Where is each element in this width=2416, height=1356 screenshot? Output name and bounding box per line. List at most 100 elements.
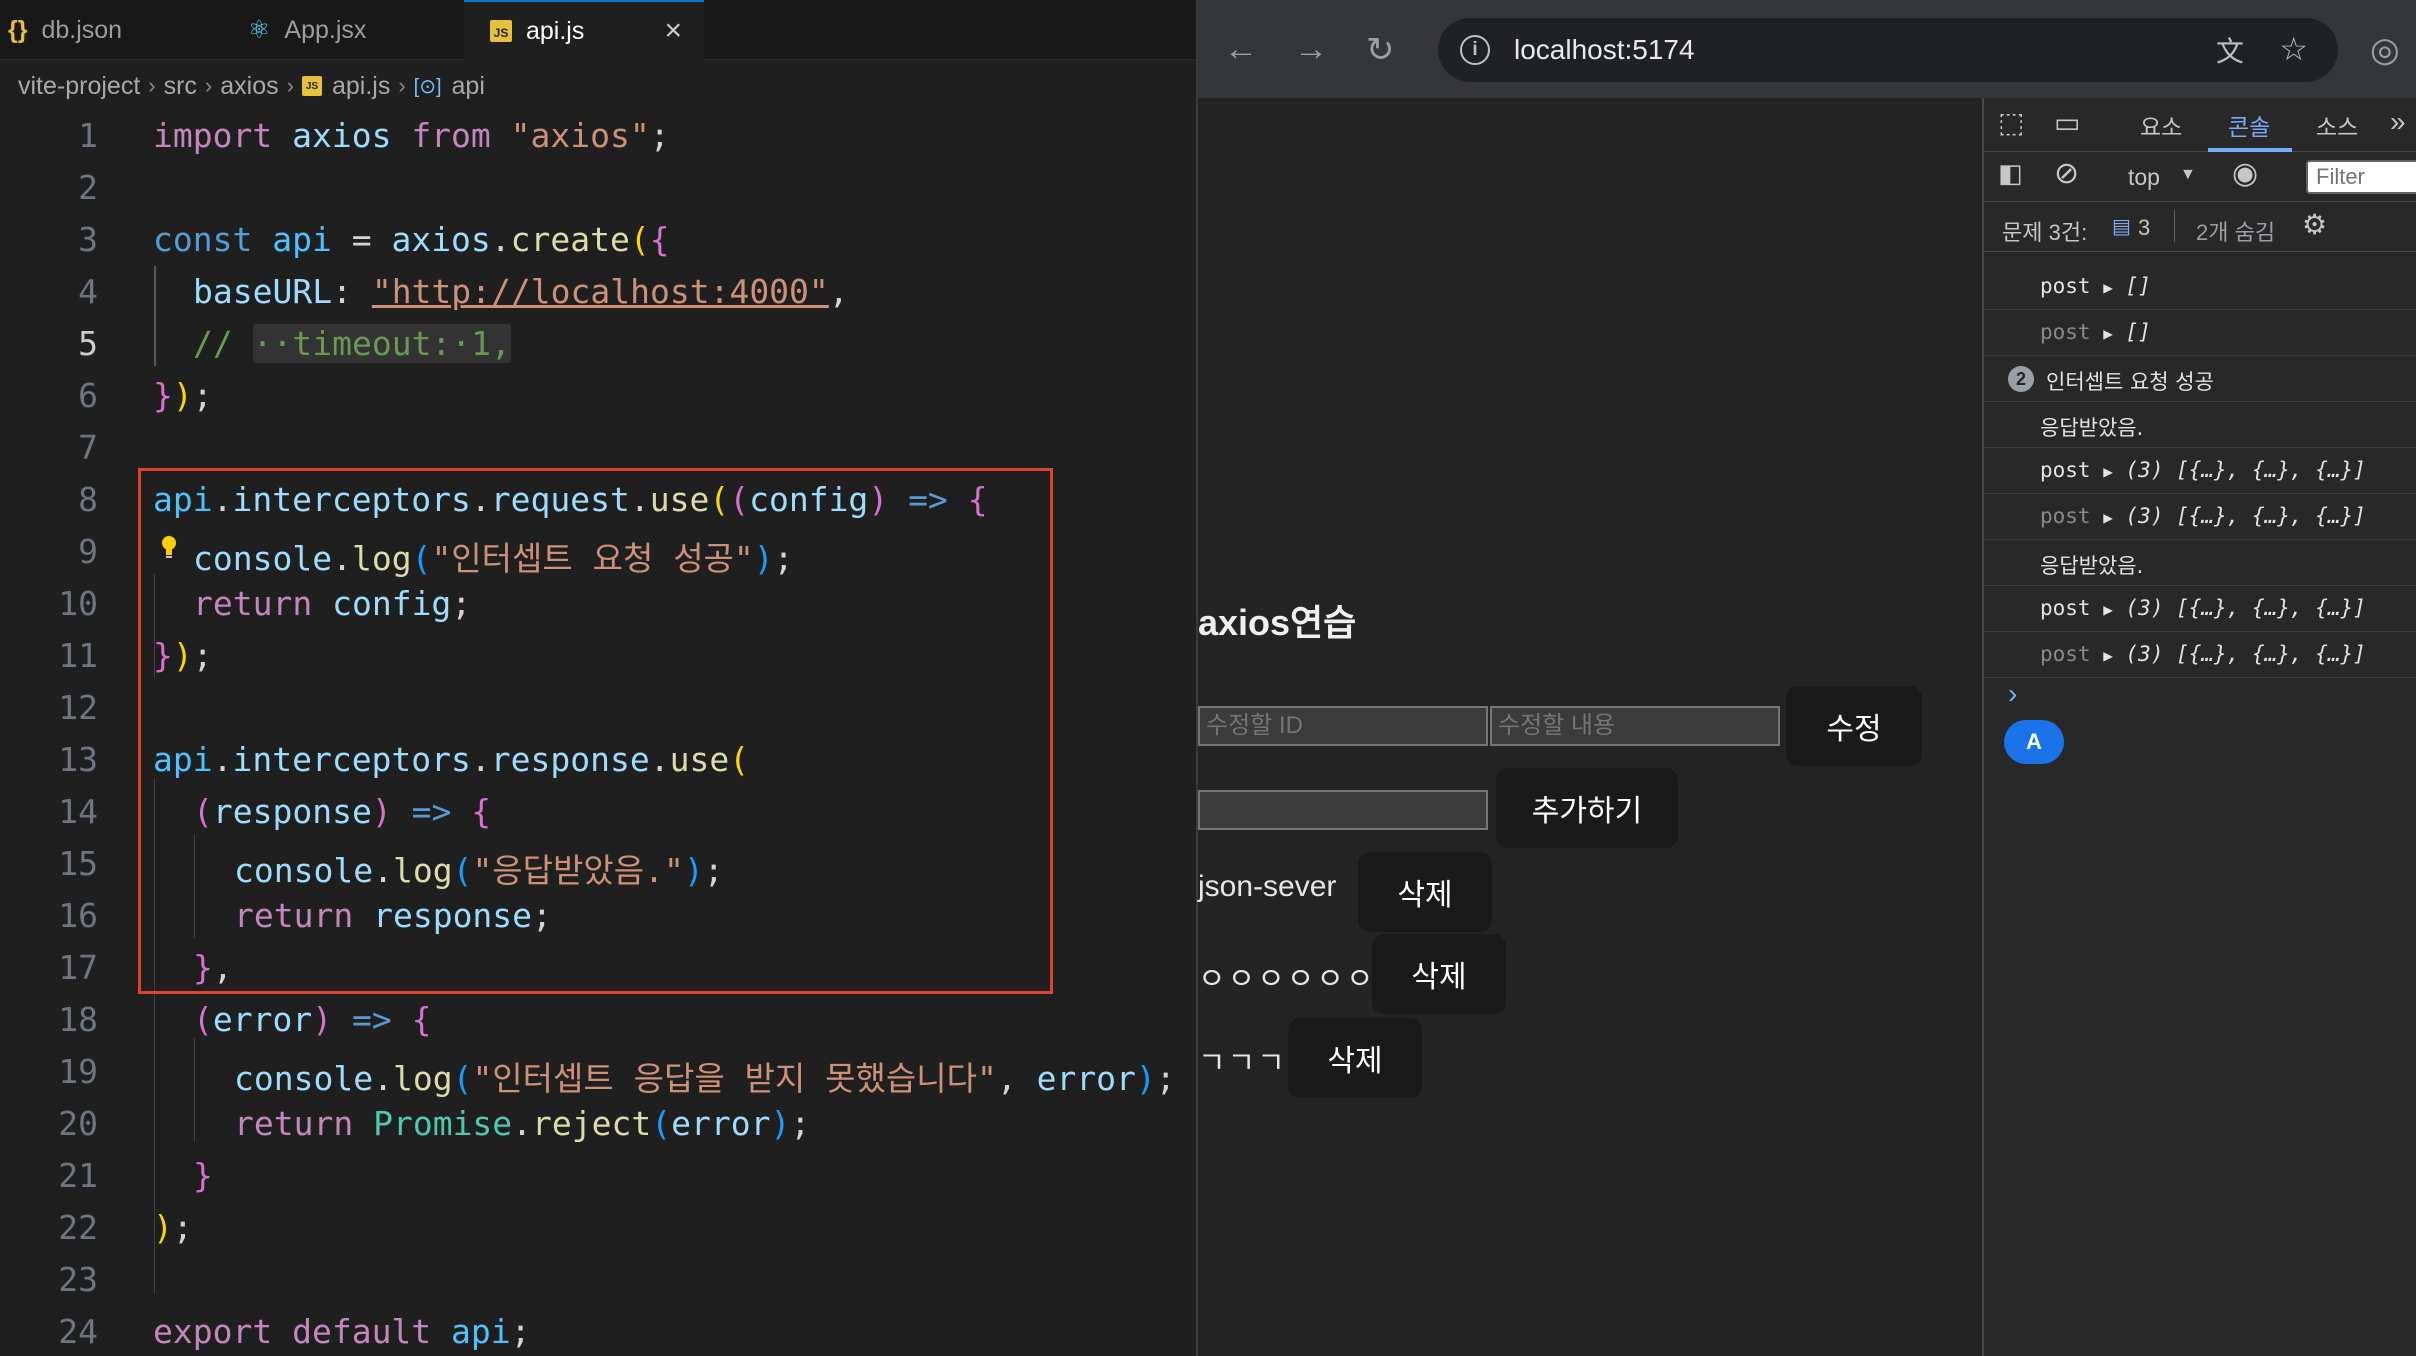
back-arrow-icon[interactable]: ←	[1224, 30, 1258, 69]
code-line: 22 );	[0, 1202, 1196, 1254]
inspect-element-icon[interactable]: ⬚	[1998, 106, 2024, 139]
sidebar-toggle-icon[interactable]: ◧	[1998, 158, 2023, 189]
edit-button[interactable]: 수정	[1786, 686, 1922, 766]
avatar[interactable]: A	[2004, 720, 2064, 764]
page-heading: axios연습	[1198, 602, 1357, 643]
line-number: 21	[58, 1156, 98, 1195]
console-entry[interactable]: post ▶ []	[1984, 310, 2416, 356]
message-icon: ▤	[2112, 216, 2131, 238]
line-number: 23	[58, 1260, 98, 1299]
address-bar[interactable]: i localhost:5174 文 ☆	[1438, 18, 2338, 82]
url-text[interactable]: localhost:5174	[1514, 34, 1695, 66]
code-line: 24 export default api;	[0, 1306, 1196, 1356]
line-number: 8	[78, 480, 98, 519]
breadcrumb-item[interactable]: src	[164, 72, 197, 101]
code-text: );	[153, 1208, 193, 1247]
console-entry: 2 인터셉트 요청 성공	[1984, 356, 2416, 402]
line-number: 18	[58, 1000, 98, 1039]
code-line: 3 const api = axios.create({	[0, 214, 1196, 266]
console-entry[interactable]: post ▶ (3) [{…}, {…}, {…}]	[1984, 632, 2416, 678]
tab-api-js[interactable]: JS api.js ×	[464, 0, 704, 60]
console-filter-input[interactable]	[2306, 160, 2416, 194]
edit-content-input[interactable]	[1490, 706, 1780, 746]
console-entry[interactable]: post ▶ (3) [{…}, {…}, {…}]	[1984, 494, 2416, 540]
tab-db-json[interactable]: {} db.json	[0, 0, 224, 60]
line-number: 6	[78, 376, 98, 415]
code-text: console.log("인터셉트 응답을 받지 못했습니다", error);	[234, 1059, 1176, 1098]
line-number: 13	[58, 740, 98, 779]
forward-arrow-icon[interactable]: →	[1294, 30, 1328, 69]
console-entry[interactable]: post ▶ (3) [{…}, {…}, {…}]	[1984, 448, 2416, 494]
line-number: 5	[78, 324, 98, 363]
console-entry[interactable]: post ▶ []	[1984, 264, 2416, 310]
close-tab-icon[interactable]: ×	[664, 14, 682, 48]
line-number: 15	[58, 844, 98, 883]
code-line: 7	[0, 422, 1196, 474]
tab-elements[interactable]: 요소	[2140, 108, 2182, 142]
issues-count[interactable]: 3	[2138, 215, 2150, 241]
tab-label: App.jsx	[284, 15, 367, 44]
code-text: return Promise.reject(error);	[234, 1104, 811, 1143]
breadcrumb-item[interactable]: api.js	[332, 72, 390, 101]
line-number: 10	[58, 584, 98, 623]
line-number: 4	[78, 272, 98, 311]
line-number: 17	[58, 948, 98, 987]
dropdown-arrow-icon[interactable]: ▼	[2180, 166, 2196, 184]
interceptor-highlight-box	[138, 468, 1053, 994]
line-number: 19	[58, 1052, 98, 1091]
issues-label: 문제 3건:	[2002, 220, 2088, 245]
breadcrumb-item[interactable]: vite-project	[18, 72, 140, 101]
device-toolbar-icon[interactable]: ▭	[2054, 106, 2080, 139]
tab-app-jsx[interactable]: ⚛ App.jsx	[226, 0, 462, 60]
delete-button[interactable]: 삭제	[1372, 934, 1506, 1014]
code-text: }	[193, 1156, 213, 1195]
add-input[interactable]	[1198, 790, 1488, 830]
context-select[interactable]: top	[2128, 164, 2160, 191]
web-page: axios연습 수정 추가하기 json-sever 삭제 ㅇㅇㅇㅇㅇㅇ 삭제 …	[1198, 98, 1982, 1356]
bookmark-star-icon[interactable]: ☆	[2279, 30, 2308, 68]
reload-icon[interactable]: ↻	[1366, 30, 1395, 70]
json-file-icon: {}	[8, 15, 28, 44]
extension-icon[interactable]: ◎	[2370, 30, 2400, 70]
edit-id-input[interactable]	[1198, 706, 1488, 746]
site-info-icon[interactable]: i	[1460, 35, 1490, 65]
browser-toolbar: ← → ↻ i localhost:5174 文 ☆ ◎	[1198, 0, 2416, 98]
react-file-icon: ⚛	[248, 16, 271, 44]
console-entry: 응답받았음.	[1984, 402, 2416, 448]
variable-symbol-icon: [⊙]	[413, 75, 442, 98]
breadcrumb-item[interactable]: api	[452, 72, 485, 101]
list-item-text: ㅇㅇㅇㅇㅇㅇ	[1198, 963, 1376, 996]
code-text: import axios from "axios";	[153, 116, 670, 155]
code-text: baseURL: "http://localhost:4000",	[193, 272, 849, 311]
breadcrumb: vite-project › src › axios › JS api.js ›…	[18, 66, 485, 106]
more-tabs-icon[interactable]: »	[2390, 106, 2406, 138]
tab-label: api.js	[526, 16, 585, 45]
hidden-count: 2개 숨김	[2196, 220, 2276, 245]
console-entry[interactable]: post ▶ (3) [{…}, {…}, {…}]	[1984, 586, 2416, 632]
line-number: 22	[58, 1208, 98, 1247]
console-entry: 응답받았음.	[1984, 540, 2416, 586]
console-prompt[interactable]: ›	[2008, 678, 2017, 710]
breadcrumb-item[interactable]: axios	[220, 72, 278, 101]
gear-icon[interactable]: ⚙	[2302, 208, 2327, 241]
devtools-panel: ⬚ ▭ 요소 콘솔 소스 » ◧ ⊘ top ▼ ◉ 문제 3건: ▤ 3 2개…	[1982, 98, 2416, 1356]
code-line: 5 // ··timeout:·1,	[0, 318, 1196, 370]
translate-icon[interactable]: 文	[2216, 30, 2244, 70]
code-line: 4 baseURL: "http://localhost:4000",	[0, 266, 1196, 558]
code-text: // ··timeout:·1,	[193, 324, 511, 363]
code-text: (error) => {	[193, 1000, 432, 1039]
tab-console[interactable]: 콘솔	[2228, 108, 2270, 142]
delete-button[interactable]: 삭제	[1358, 852, 1492, 932]
code-line: 23	[0, 1254, 1196, 1306]
code-text: export default api;	[153, 1312, 531, 1351]
tab-label: db.json	[41, 15, 123, 44]
code-line: 2	[0, 162, 1196, 214]
add-button[interactable]: 추가하기	[1496, 768, 1678, 848]
delete-button[interactable]: 삭제	[1288, 1018, 1422, 1098]
clear-console-icon[interactable]: ⊘	[2054, 156, 2079, 191]
chevron-right-icon: ›	[204, 73, 213, 98]
tab-sources[interactable]: 소스	[2316, 108, 2358, 142]
repeat-count-badge: 2	[2008, 366, 2034, 392]
line-number: 1	[78, 116, 98, 155]
eye-icon[interactable]: ◉	[2232, 156, 2258, 191]
